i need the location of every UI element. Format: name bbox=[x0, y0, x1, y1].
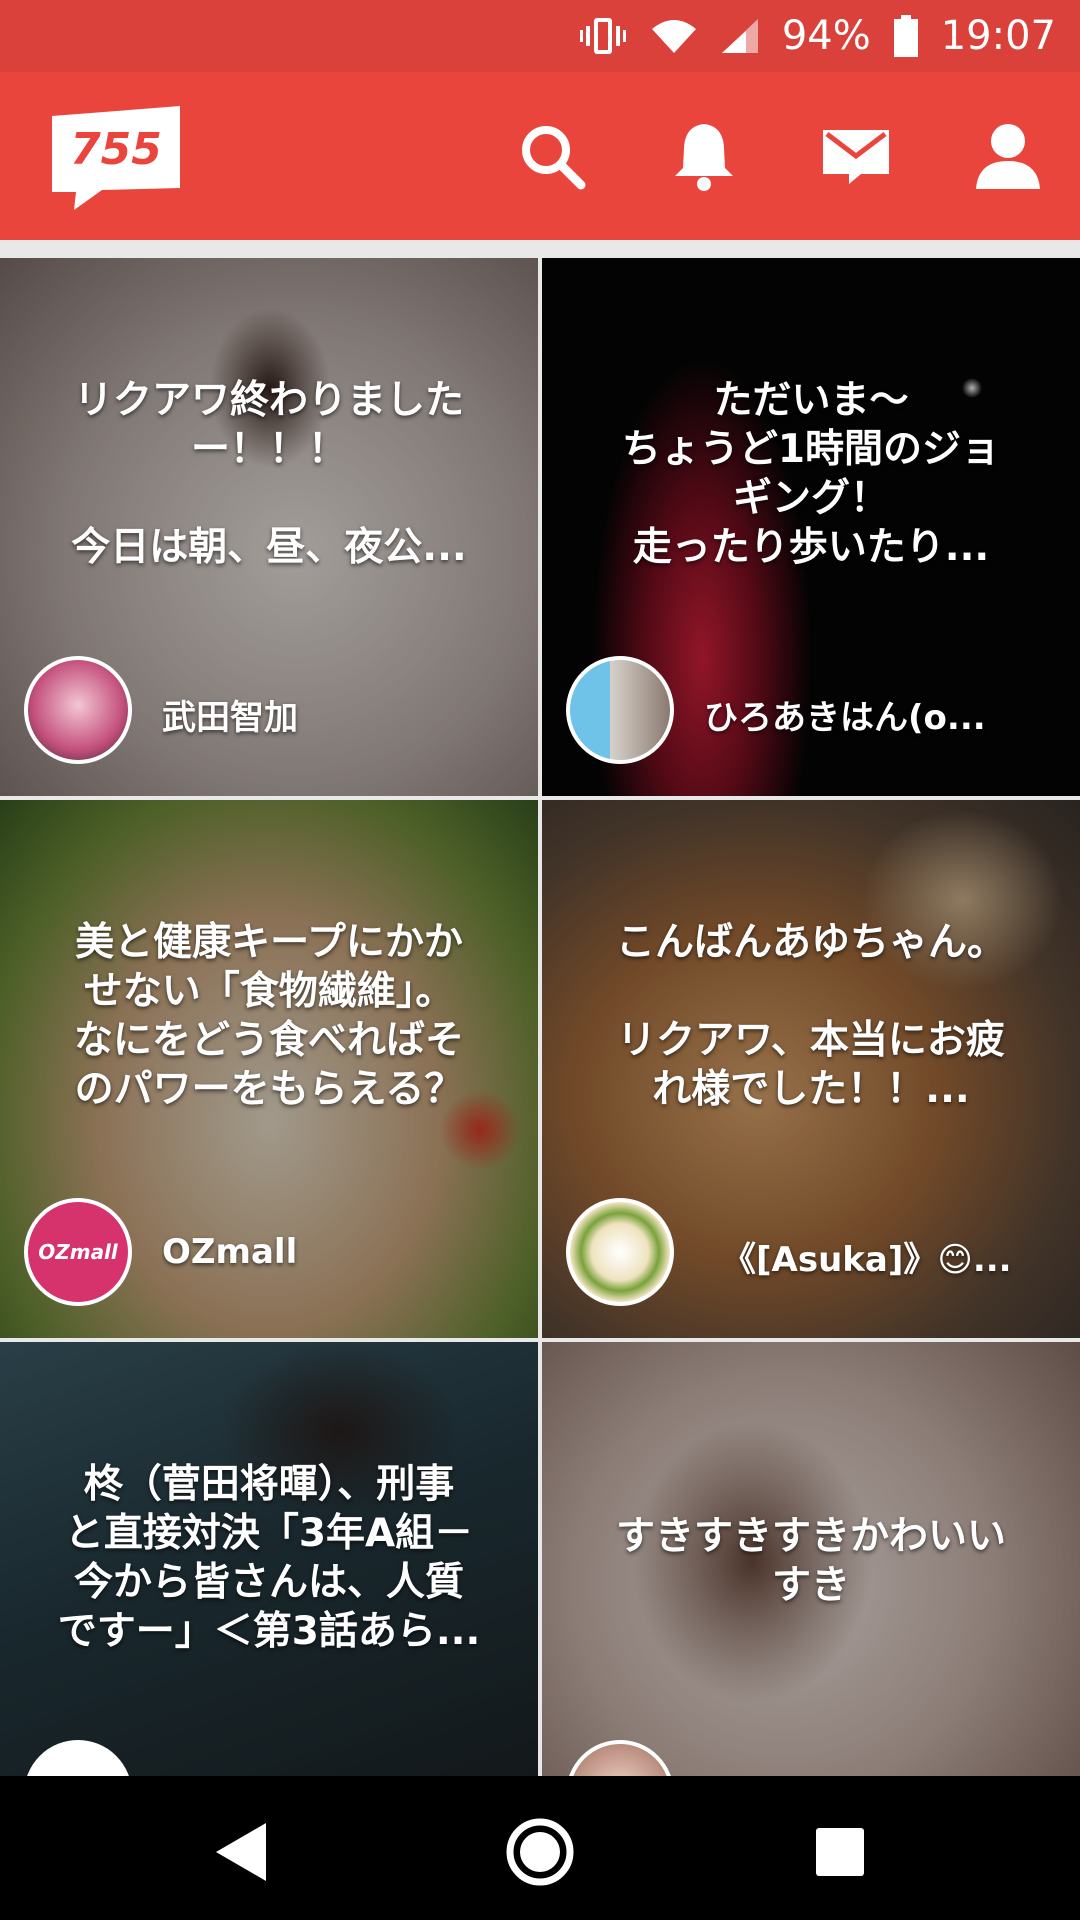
search-button[interactable] bbox=[514, 118, 590, 194]
feed-card[interactable]: ただいま〜 ちょうど1時間のジョ ギング！ 走ったり歩いたり... ひろあきはん… bbox=[542, 258, 1080, 796]
author-avatar[interactable] bbox=[566, 1198, 674, 1306]
notifications-button[interactable] bbox=[666, 118, 742, 194]
author-name[interactable]: 《[Asuka]》😊... bbox=[722, 1232, 1056, 1281]
search-icon bbox=[522, 126, 586, 190]
logo-text: 755 bbox=[70, 124, 162, 175]
clock: 19:07 bbox=[940, 13, 1056, 59]
card-caption: 柊（菅田将暉）、刑事 と直接対決「3年A組－ 今から皆さんは、人質 ですー」＜第… bbox=[57, 1462, 481, 1654]
recents-icon bbox=[816, 1828, 864, 1876]
system-nav-bar bbox=[0, 1776, 1080, 1920]
avatar-label: OZmall bbox=[38, 1240, 118, 1264]
author-avatar[interactable] bbox=[24, 656, 132, 764]
card-caption: ただいま〜 ちょうど1時間のジョ ギング！ 走ったり歩いたり... bbox=[621, 378, 1001, 570]
status-bar: 94% 19:07 bbox=[0, 0, 1080, 72]
profile-icon bbox=[976, 124, 1040, 189]
home-button[interactable] bbox=[500, 1812, 580, 1892]
vibrate-icon bbox=[578, 16, 628, 56]
card-caption: こんばんあゆちゃん。 リクアワ、本当にお疲 れ様でした！！... bbox=[615, 920, 1006, 1112]
card-caption: リクアワ終わりました ー！！！ 今日は朝、昼、夜公... bbox=[71, 378, 467, 570]
feed-card[interactable]: すきすきすきかわいい すき bbox=[542, 1342, 1080, 1776]
battery-icon bbox=[893, 15, 919, 57]
feed-card[interactable]: 美と健康キープにかか せない「食物繊維」。 なにをどう食べればそ のパワーをもら… bbox=[0, 800, 538, 1338]
header-divider bbox=[0, 240, 1080, 256]
feed-card[interactable]: こんばんあゆちゃん。 リクアワ、本当にお疲 れ様でした！！... 《[Asuka… bbox=[542, 800, 1080, 1338]
card-caption: 美と健康キープにかか せない「食物繊維」。 なにをどう食べればそ のパワーをもら… bbox=[73, 920, 464, 1112]
card-caption: すきすきすきかわいい すき bbox=[615, 1514, 1006, 1608]
feed-card[interactable]: リクアワ終わりました ー！！！ 今日は朝、昼、夜公... 武田智加 bbox=[0, 258, 538, 796]
author-name[interactable]: ひろあきはん(o... bbox=[704, 690, 1056, 739]
author-name[interactable]: 武田智加 bbox=[162, 690, 514, 739]
messages-button[interactable] bbox=[818, 118, 894, 194]
home-icon bbox=[506, 1818, 574, 1886]
author-name[interactable]: OZmall bbox=[162, 1232, 514, 1272]
back-icon bbox=[216, 1823, 266, 1881]
signal-icon bbox=[720, 17, 760, 55]
author-avatar[interactable] bbox=[566, 656, 674, 764]
feed-card[interactable]: 柊（菅田将暉）、刑事 と直接対決「3年A組－ 今から皆さんは、人質 ですー」＜第… bbox=[0, 1342, 538, 1776]
mail-icon bbox=[823, 130, 889, 184]
wifi-icon bbox=[650, 17, 698, 55]
profile-button[interactable] bbox=[970, 118, 1046, 194]
feed-grid: リクアワ終わりました ー！！！ 今日は朝、昼、夜公... 武田智加 ただいま〜 … bbox=[0, 256, 1080, 1776]
recents-button[interactable] bbox=[800, 1812, 880, 1892]
app-logo[interactable]: 755 bbox=[46, 102, 186, 214]
app-bar: 755 bbox=[0, 72, 1080, 240]
back-button[interactable] bbox=[200, 1812, 280, 1892]
battery-level: 94% bbox=[781, 13, 871, 59]
bell-icon bbox=[675, 124, 733, 191]
author-avatar[interactable]: OZmall bbox=[24, 1198, 132, 1306]
